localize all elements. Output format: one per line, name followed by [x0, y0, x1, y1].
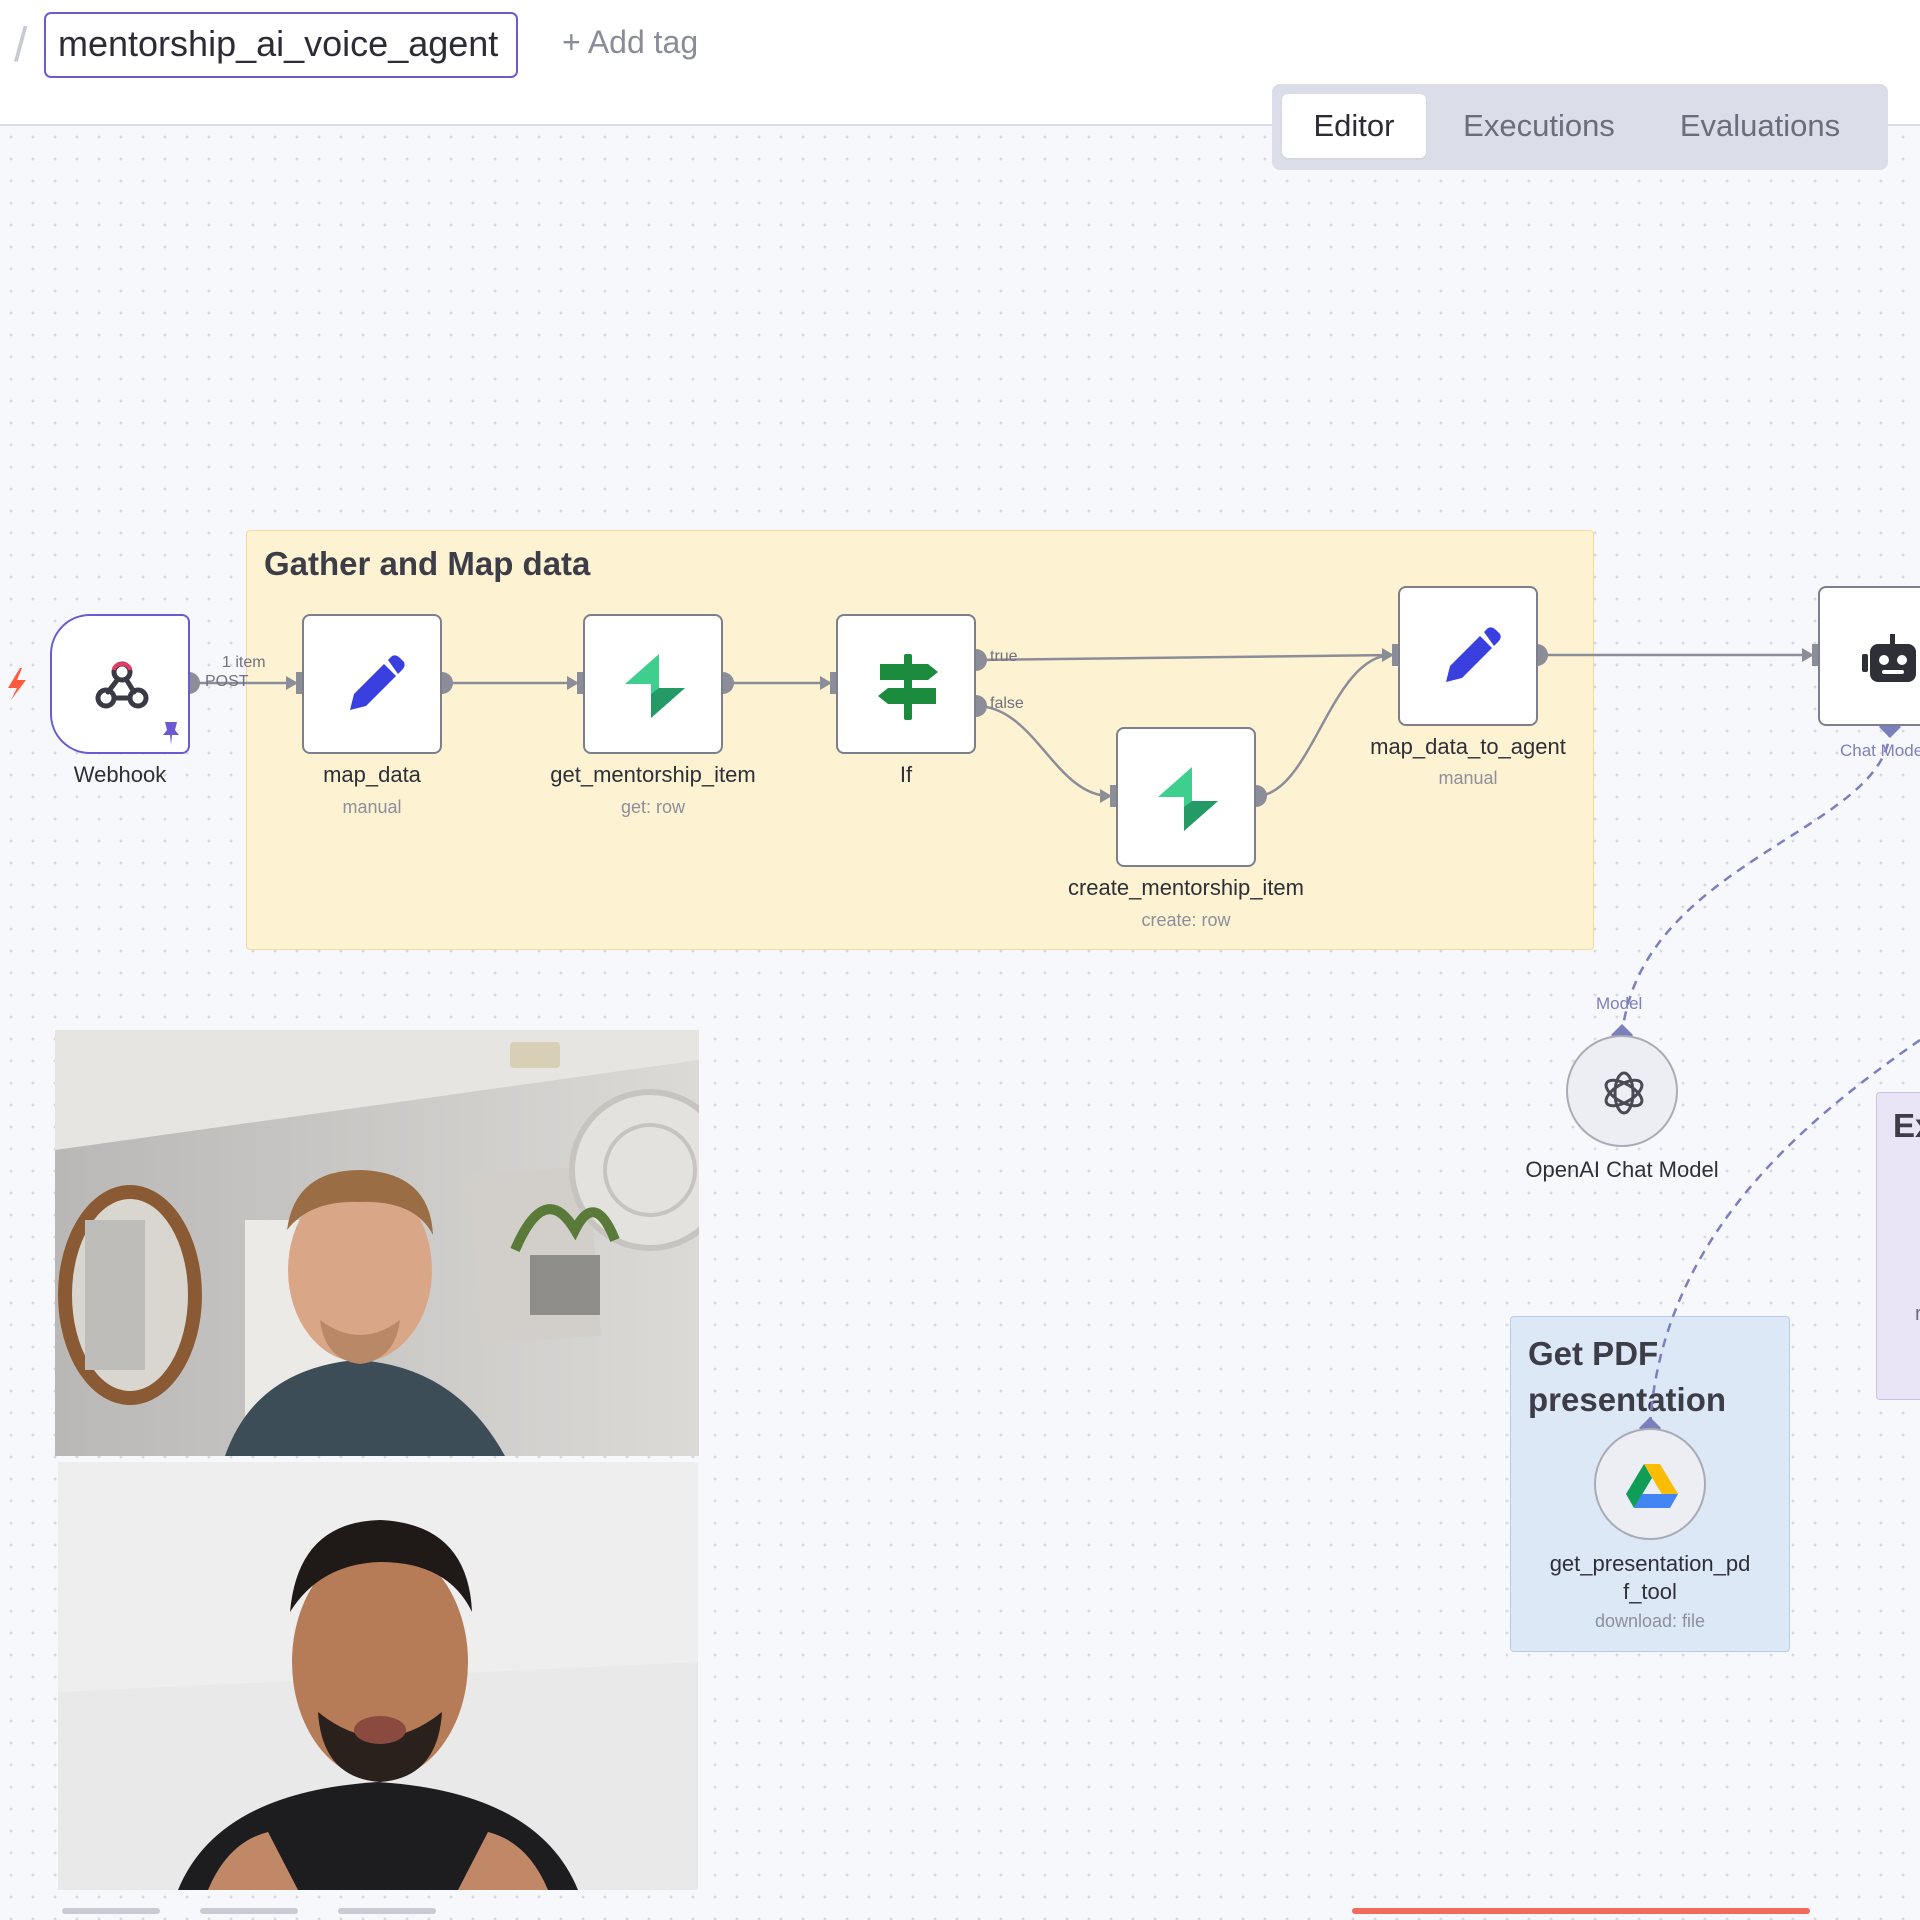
node-label-if: If [899, 762, 913, 787]
wire-label-false: false [990, 695, 1024, 712]
participant-video-1 [55, 1030, 699, 1456]
bottom-control-red[interactable] [1352, 1908, 1810, 1914]
node-label-get-presentation-pdf-tool: get_presentation_pd f_tool [1510, 1550, 1790, 1606]
node-label-get-mentorship-item: get_mentorship_item [550, 762, 756, 787]
node-sub-get-mentorship-item: get: row [620, 797, 686, 817]
node-label-openai-chat-model: OpenAI Chat Model [1525, 1157, 1719, 1182]
node-ai-agent[interactable] [1818, 586, 1920, 726]
node-sub-map-data: manual [342, 797, 402, 817]
node-map-data-to-agent[interactable] [1398, 586, 1538, 726]
tab-editor[interactable]: Editor [1282, 94, 1426, 158]
add-tag-button[interactable]: + Add tag [562, 24, 698, 61]
workflow-name-input[interactable]: mentorship_ai_voice_agent [44, 12, 518, 78]
sticky-title-pdf-line1: Get PDF [1528, 1335, 1659, 1372]
node-get-mentorship-item[interactable] [583, 614, 723, 754]
sticky-partial-text: r [1915, 1303, 1920, 1325]
pencil-icon [350, 655, 405, 710]
node-label-webhook: Webhook [73, 762, 167, 787]
supabase-icon [625, 654, 685, 718]
webhook-icon [95, 661, 149, 709]
node-map-data[interactable] [302, 614, 442, 754]
robot-icon [1862, 634, 1916, 682]
node-label-pdf-line1: get_presentation_pd [1549, 1551, 1751, 1576]
pencil-icon [1446, 627, 1501, 682]
signpost-icon [878, 654, 938, 720]
port-label-chat-model: Chat Mode [1840, 741, 1920, 760]
node-webhook[interactable] [50, 614, 190, 754]
breadcrumb-separator: / [14, 19, 28, 72]
node-label-pdf-line2: f_tool [1623, 1579, 1677, 1604]
view-tabs: Editor Executions Evaluations [1272, 84, 1888, 170]
openai-icon [1604, 1071, 1644, 1115]
pin-icon [163, 722, 179, 745]
google-drive-icon [1626, 1464, 1678, 1508]
node-if[interactable] [836, 614, 976, 754]
node-label-map-data: map_data [323, 762, 421, 787]
participant-video-2 [58, 1462, 698, 1890]
sticky-title-pdf-line2: presentation [1528, 1381, 1727, 1418]
node-label-create-mentorship-item: create_mentorship_item [1067, 875, 1304, 900]
node-get-presentation-pdf-tool[interactable] [1594, 1428, 1706, 1540]
node-openai-chat-model[interactable] [1566, 1035, 1678, 1147]
sticky-title-pdf: Get PDF presentation [1528, 1331, 1726, 1423]
video-tile-1 [55, 1030, 699, 1456]
sticky-title-gather: Gather and Map data [264, 545, 591, 582]
sticky-note-partial[interactable]: Ex r [1876, 1092, 1920, 1400]
sticky-title-partial: Ex [1893, 1107, 1920, 1144]
video-tile-2 [58, 1462, 698, 1890]
tab-evaluations[interactable]: Evaluations [1650, 94, 1870, 158]
tab-executions[interactable]: Executions [1444, 94, 1634, 158]
bottom-control-1[interactable] [62, 1908, 160, 1914]
node-sub-get-presentation-pdf-tool: download: file [1594, 1611, 1706, 1631]
node-sub-create-mentorship-item: create: row [1141, 910, 1231, 930]
wire-label-method: POST [205, 673, 249, 690]
wire-label-items: 1 item [222, 654, 266, 671]
port-label-model: Model [1596, 994, 1643, 1013]
node-label-map-data-to-agent: map_data_to_agent [1370, 734, 1566, 759]
bottom-control-3[interactable] [338, 1908, 436, 1914]
supabase-icon [1158, 767, 1218, 831]
node-create-mentorship-item[interactable] [1116, 727, 1256, 867]
bottom-control-2[interactable] [200, 1908, 298, 1914]
wire-label-true: true [990, 648, 1018, 665]
node-sub-map-data-to-agent: manual [1438, 768, 1498, 788]
